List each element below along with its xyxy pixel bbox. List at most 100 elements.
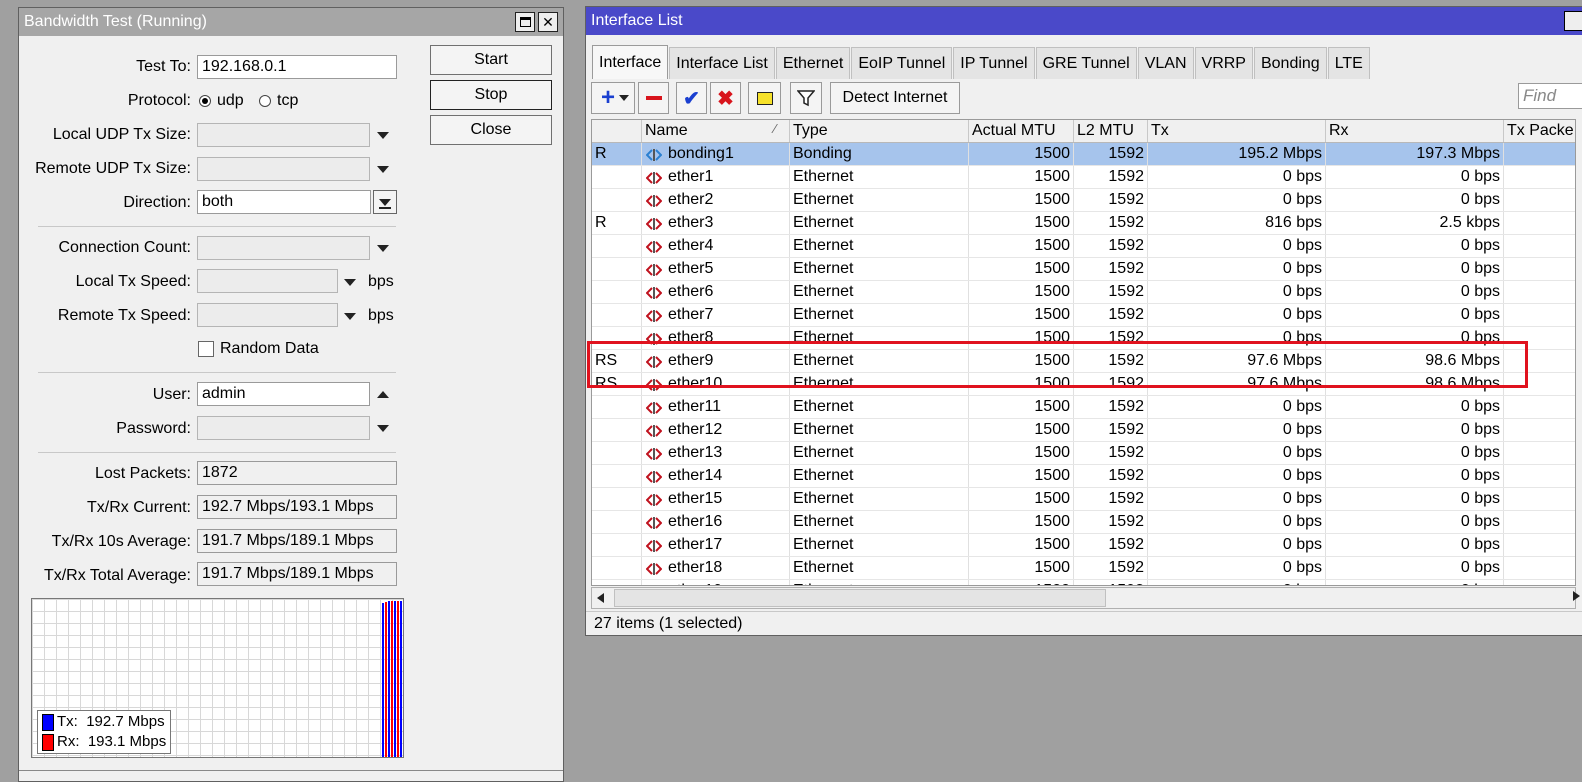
l2mtu-cell: 1592 bbox=[1074, 557, 1148, 579]
column-header[interactable] bbox=[592, 120, 642, 142]
password-label: Password: bbox=[116, 420, 191, 437]
udp-radio[interactable] bbox=[199, 94, 211, 107]
enable-button[interactable]: ✔ bbox=[676, 82, 707, 114]
remote-tx-speed-dropdown-icon[interactable] bbox=[344, 313, 356, 320]
protocol-udp-option[interactable]: udp bbox=[199, 92, 244, 110]
l2mtu-cell: 1592 bbox=[1074, 534, 1148, 556]
connection-count-input[interactable] bbox=[197, 236, 370, 260]
table-row[interactable]: ether15 Ethernet 1500 1592 0 bps 0 bps bbox=[592, 488, 1575, 511]
stop-button[interactable]: Stop bbox=[430, 80, 552, 110]
find-input[interactable]: Find bbox=[1518, 83, 1582, 109]
type-cell: Bonding bbox=[790, 143, 969, 165]
local-tx-speed-dropdown-icon[interactable] bbox=[344, 279, 356, 286]
table-row[interactable]: ether5 Ethernet 1500 1592 0 bps 0 bps bbox=[592, 258, 1575, 281]
find-placeholder: Find bbox=[1523, 86, 1557, 105]
column-header[interactable]: Type bbox=[790, 120, 969, 142]
column-header[interactable]: L2 MTU bbox=[1074, 120, 1148, 142]
remote-udp-tx-size-dropdown-icon[interactable] bbox=[377, 166, 389, 173]
rx-cell: 2.5 kbps bbox=[1326, 212, 1504, 234]
table-row[interactable]: ether12 Ethernet 1500 1592 0 bps 0 bps bbox=[592, 419, 1575, 442]
remove-button[interactable] bbox=[638, 82, 669, 114]
scrollbar-thumb[interactable] bbox=[614, 589, 1106, 607]
local-udp-tx-size-input[interactable] bbox=[197, 123, 370, 147]
table-row[interactable]: ether19Ethernet150015920 bps0 bps bbox=[592, 580, 1575, 585]
window-control-button[interactable] bbox=[1564, 11, 1582, 31]
tab-ip-tunnel[interactable]: IP Tunnel bbox=[953, 47, 1035, 79]
interface-name-cell: ether4 bbox=[642, 235, 790, 257]
table-row[interactable]: ether2 Ethernet 1500 1592 0 bps 0 bps bbox=[592, 189, 1575, 212]
disable-button[interactable]: ✖ bbox=[710, 82, 741, 114]
tx-cell: 0 bps bbox=[1148, 304, 1326, 326]
connection-count-dropdown-icon[interactable] bbox=[377, 245, 389, 252]
table-row[interactable]: Rbonding1 Bonding 1500 1592 195.2 Mbps 197.3 … bbox=[592, 143, 1575, 166]
column-header[interactable]: Actual MTU bbox=[969, 120, 1074, 142]
comment-button[interactable] bbox=[748, 82, 781, 114]
ethernet-icon bbox=[645, 538, 663, 552]
close-button[interactable]: Close bbox=[430, 115, 552, 145]
table-row[interactable]: ether7 Ethernet 1500 1592 0 bps 0 bps bbox=[592, 304, 1575, 327]
table-row[interactable]: RS ether10 Ethernet 1500 1592 97.6 Mbps 98.6 M… bbox=[592, 373, 1575, 396]
ethernet-icon bbox=[645, 354, 663, 368]
table-row[interactable]: ether16 Ethernet 1500 1592 0 bps 0 bps bbox=[592, 511, 1575, 534]
add-button[interactable]: + bbox=[591, 82, 635, 114]
interface-list-titlebar[interactable]: Interface List bbox=[586, 7, 1582, 35]
local-tx-speed-unit: bps bbox=[368, 273, 394, 290]
interface-name-cell: ether14 bbox=[642, 465, 790, 487]
tab-vrrp[interactable]: VRRP bbox=[1194, 47, 1253, 79]
interface-name: ether2 bbox=[668, 191, 714, 208]
table-row[interactable]: ether18 Ethernet 1500 1592 0 bps 0 bps bbox=[592, 557, 1575, 580]
table-row[interactable]: ether17 Ethernet 1500 1592 0 bps 0 bps bbox=[592, 534, 1575, 557]
direction-select[interactable]: both bbox=[197, 190, 371, 214]
legend-tx: Tx: 192.7 Mbps bbox=[42, 712, 166, 732]
start-button[interactable]: Start bbox=[430, 45, 552, 75]
table-row[interactable]: ether11 Ethernet 1500 1592 0 bps 0 bps bbox=[592, 396, 1575, 419]
minus-icon bbox=[645, 96, 662, 100]
tab-interface[interactable]: Interface bbox=[592, 45, 669, 79]
user-collapse-icon[interactable] bbox=[377, 391, 389, 398]
column-header[interactable]: Rx bbox=[1326, 120, 1504, 142]
scroll-right-icon[interactable] bbox=[1573, 591, 1580, 601]
flags-cell bbox=[592, 534, 642, 556]
tab-eoip-tunnel[interactable]: EoIP Tunnel bbox=[851, 47, 953, 79]
column-header[interactable]: Tx bbox=[1148, 120, 1326, 142]
password-dropdown-icon[interactable] bbox=[377, 425, 389, 432]
table-row[interactable]: Rether3 Ethernet 1500 1592 816 bps 2.5 kbps bbox=[592, 212, 1575, 235]
remote-tx-speed-input[interactable] bbox=[197, 303, 338, 327]
remote-udp-tx-size-input[interactable] bbox=[197, 157, 370, 181]
protocol-tcp-option[interactable]: tcp bbox=[259, 92, 298, 110]
tab-gre-tunnel[interactable]: GRE Tunnel bbox=[1035, 47, 1137, 79]
table-row[interactable]: ether13 Ethernet 1500 1592 0 bps 0 bps bbox=[592, 442, 1575, 465]
table-row[interactable]: RS ether9 Ethernet 1500 1592 97.6 Mbps 98.6 Mb… bbox=[592, 350, 1575, 373]
tcp-radio[interactable] bbox=[259, 94, 271, 107]
interface-name: ether4 bbox=[668, 237, 714, 254]
column-header[interactable]: Name bbox=[642, 120, 790, 142]
local-udp-tx-size-dropdown-icon[interactable] bbox=[377, 132, 389, 139]
tab-lte[interactable]: LTE bbox=[1327, 47, 1370, 79]
table-row[interactable]: ether14 Ethernet 1500 1592 0 bps 0 bps bbox=[592, 465, 1575, 488]
user-input[interactable]: admin bbox=[197, 382, 370, 406]
tab-ethernet[interactable]: Ethernet bbox=[775, 47, 851, 79]
tab-interface-list[interactable]: Interface List bbox=[669, 47, 775, 79]
horizontal-scrollbar[interactable] bbox=[591, 587, 1576, 609]
rx-cell: 0 bps bbox=[1326, 258, 1504, 280]
tab-vlan[interactable]: VLAN bbox=[1137, 47, 1194, 79]
status-bar: 27 items (1 selected) bbox=[586, 611, 1582, 635]
interface-name-cell: ether12 bbox=[642, 419, 790, 441]
direction-dropdown-button[interactable] bbox=[373, 190, 397, 214]
tx-packets-cell bbox=[1504, 557, 1575, 579]
random-data-checkbox[interactable] bbox=[198, 341, 214, 357]
scroll-left-icon[interactable] bbox=[597, 593, 604, 603]
tab-bonding[interactable]: Bonding bbox=[1253, 47, 1327, 79]
type-cell: Ethernet bbox=[790, 304, 969, 326]
filter-button[interactable] bbox=[790, 82, 822, 114]
test-to-input[interactable]: 192.168.0.1 bbox=[197, 55, 397, 79]
table-row[interactable]: ether4 Ethernet 1500 1592 0 bps 0 bps bbox=[592, 235, 1575, 258]
table-row[interactable]: ether8 Ethernet 1500 1592 0 bps 0 bps bbox=[592, 327, 1575, 350]
local-tx-speed-input[interactable] bbox=[197, 269, 338, 293]
column-header[interactable]: Tx Packe bbox=[1504, 120, 1575, 142]
table-row[interactable]: ether6 Ethernet 1500 1592 0 bps 0 bps bbox=[592, 281, 1575, 304]
type-cell: Ethernet bbox=[790, 488, 969, 510]
password-input[interactable] bbox=[197, 416, 370, 440]
table-row[interactable]: ether1 Ethernet 1500 1592 0 bps 0 bps bbox=[592, 166, 1575, 189]
detect-internet-button[interactable]: Detect Internet bbox=[830, 82, 960, 114]
